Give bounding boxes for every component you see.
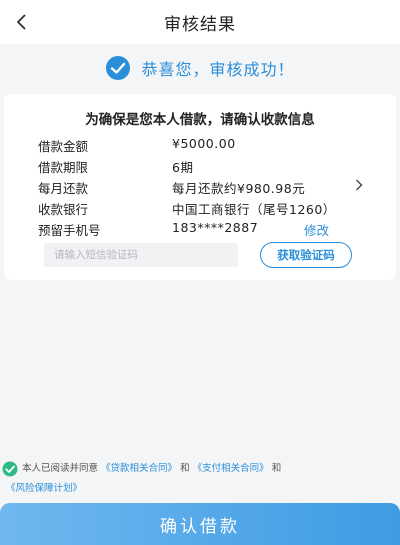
checkbox-checked-icon[interactable] xyxy=(2,461,18,477)
success-message: 恭喜您，审核成功！ xyxy=(141,60,295,79)
agreement-and: 和 xyxy=(271,463,282,474)
loan-info-card: 为确保是您本人借款，请确认收款信息 借款金额 ¥5000.00 借款期限 6期 … xyxy=(4,94,396,280)
row-value: 6期 xyxy=(172,160,194,175)
confirm-loan-button[interactable]: 确认借款 xyxy=(0,503,400,545)
agreement-prefix: 本人已阅读并同意 xyxy=(22,463,99,474)
row-value: 每月还款约¥980.98元 xyxy=(172,181,306,196)
agreement-and: 和 xyxy=(180,463,190,474)
chevron-right-icon[interactable] xyxy=(352,177,366,193)
row-label: 借款金额 xyxy=(38,139,89,154)
row-loan-amount: 借款金额 ¥5000.00 xyxy=(38,134,378,154)
page-title: 审核结果 xyxy=(164,14,236,35)
chevron-left-icon xyxy=(16,14,26,30)
row-receiving-bank: 收款银行 中国工商银行（尾号1260） xyxy=(38,197,378,217)
row-monthly-repayment[interactable]: 每月还款 每月还款约¥980.98元 xyxy=(38,176,378,196)
agreement-line-2: 《风险保障计划》 xyxy=(6,479,82,499)
row-loan-term: 借款期限 6期 xyxy=(38,155,378,175)
agreement-line-1: 本人已阅读并同意 《贷款相关合同》 和 《支付相关合同》 和 xyxy=(22,459,281,479)
get-code-button[interactable]: 获取验证码 xyxy=(260,242,352,268)
payment-contract-link[interactable]: 《支付相关合同》 xyxy=(193,463,269,474)
edit-phone-link[interactable]: 修改 xyxy=(304,220,329,239)
row-label: 收款银行 xyxy=(38,202,89,217)
back-button[interactable] xyxy=(10,10,34,34)
row-value: 中国工商银行（尾号1260） xyxy=(172,202,336,217)
row-label: 借款期限 xyxy=(38,160,89,175)
row-value: ¥5000.00 xyxy=(172,136,236,151)
loan-contract-link[interactable]: 《贷款相关合同》 xyxy=(101,463,177,474)
agreement-section: 本人已阅读并同意 《贷款相关合同》 和 《支付相关合同》 和 《风险保障计划》 xyxy=(0,459,400,497)
row-value: 183****2887 xyxy=(172,220,259,235)
risk-plan-link[interactable]: 《风险保障计划》 xyxy=(6,483,82,494)
nav-bar: 审核结果 xyxy=(0,0,400,44)
row-label: 每月还款 xyxy=(38,181,89,196)
success-banner: 恭喜您，审核成功！ xyxy=(0,44,400,92)
check-circle-icon xyxy=(106,56,131,80)
sms-code-input[interactable] xyxy=(44,243,238,267)
card-title: 为确保是您本人借款，请确认收款信息 xyxy=(85,112,315,128)
row-phone-number: 预留手机号 183****2887 修改 xyxy=(38,218,378,238)
row-label: 预留手机号 xyxy=(38,223,101,238)
